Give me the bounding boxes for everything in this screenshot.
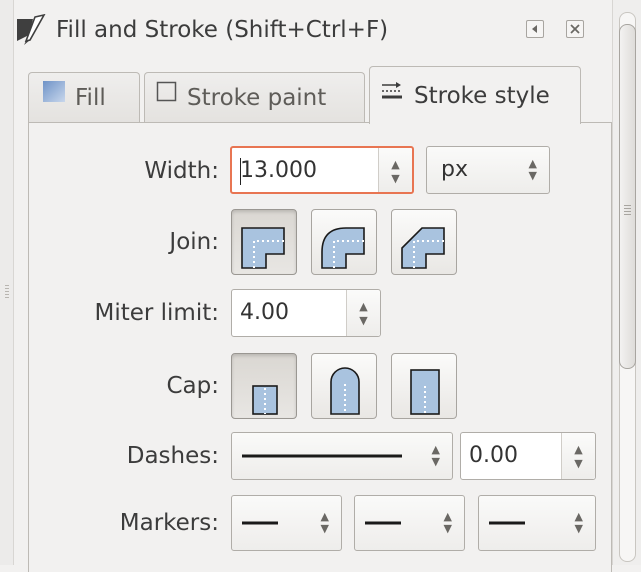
tab-stroke-style-label: Stroke style [414, 83, 550, 109]
dash-pattern-combobox[interactable]: ▲ ▼ [231, 432, 453, 480]
spin-down-icon[interactable]: ▼ [347, 315, 380, 327]
fill-stroke-icon [17, 14, 46, 45]
no-marker-icon [489, 521, 525, 525]
scrollbar-grip-icon [624, 205, 631, 215]
miter-join-button[interactable] [231, 209, 297, 275]
dialog-titlebar[interactable]: Fill and Stroke (Shift+Ctrl+F) [14, 0, 612, 62]
chevron-updown-icon: ▲ ▼ [431, 443, 440, 468]
dock-edge [0, 0, 14, 565]
stroke-paint-icon [155, 72, 179, 122]
dash-offset-spin-buttons[interactable]: ▲ ▼ [561, 433, 595, 479]
tab-stroke-paint-label: Stroke paint [187, 85, 327, 111]
bevel-join-icon [401, 227, 445, 269]
spin-up-icon[interactable]: ▲ [379, 159, 412, 171]
chevron-updown-icon: ▲ ▼ [574, 510, 583, 535]
unit-value: px [441, 157, 468, 182]
no-marker-icon [242, 521, 278, 525]
tab-fill-label: Fill [75, 85, 106, 111]
join-label: Join: [169, 229, 219, 255]
chevron-updown-icon: ▲ ▼ [528, 157, 537, 182]
miter-limit-label: Miter limit: [94, 300, 219, 326]
dash-offset-value[interactable]: 0.00 [469, 433, 518, 479]
fill-icon [41, 72, 67, 122]
text-cursor [240, 158, 241, 185]
dock-resize-handle[interactable] [5, 285, 9, 299]
butt-cap-icon [252, 385, 278, 415]
miter-spin-buttons[interactable]: ▲ ▼ [346, 290, 380, 336]
round-cap-icon [330, 367, 360, 415]
width-spin-buttons[interactable]: ▲ ▼ [378, 148, 412, 192]
spin-up-icon[interactable]: ▲ [562, 444, 595, 456]
collapse-icon [532, 25, 537, 33]
square-cap-button[interactable] [391, 353, 457, 419]
mid-marker-combobox[interactable]: ▲ ▼ [354, 495, 465, 551]
collapse-button[interactable] [526, 20, 544, 38]
spin-up-icon[interactable]: ▲ [347, 301, 380, 313]
vertical-scrollbar[interactable] [612, 0, 641, 565]
solid-dash-pattern-icon [242, 454, 402, 458]
stroke-style-icon [380, 66, 406, 124]
dialog-title: Fill and Stroke (Shift+Ctrl+F) [56, 17, 389, 43]
round-cap-button[interactable] [311, 353, 377, 419]
dash-offset-spinbox[interactable]: 0.00 ▲ ▼ [460, 432, 596, 480]
tab-stroke-style[interactable]: Stroke style [369, 66, 581, 124]
width-value[interactable]: 13.000 [240, 148, 317, 194]
round-join-button[interactable] [311, 209, 377, 275]
width-label: Width: [144, 158, 219, 184]
bevel-join-button[interactable] [391, 209, 457, 275]
miter-limit-value[interactable]: 4.00 [240, 290, 289, 336]
miter-limit-spinbox[interactable]: 4.00 ▲ ▼ [231, 289, 381, 337]
stroke-style-page: Width: 13.000 ▲ ▼ px ▲ ▼ Join: Miter lim… [28, 122, 612, 572]
markers-label: Markers: [119, 510, 219, 536]
no-marker-icon [365, 521, 401, 525]
close-icon [570, 24, 580, 34]
miter-join-icon [241, 227, 285, 269]
tab-stroke-paint[interactable]: Stroke paint [144, 72, 365, 123]
width-spinbox[interactable]: 13.000 ▲ ▼ [230, 146, 414, 194]
square-cap-icon [410, 369, 440, 415]
spin-down-icon[interactable]: ▼ [379, 173, 412, 185]
chevron-updown-icon: ▲ ▼ [443, 510, 452, 535]
cap-label: Cap: [166, 373, 219, 399]
chevron-updown-icon: ▲ ▼ [320, 510, 329, 535]
unit-combobox[interactable]: px ▲ ▼ [426, 146, 550, 194]
scrollbar-thumb[interactable] [619, 24, 636, 369]
round-join-icon [321, 227, 365, 269]
butt-cap-button[interactable] [231, 353, 297, 419]
close-button[interactable] [566, 20, 584, 38]
dashes-label: Dashes: [126, 443, 219, 469]
start-marker-combobox[interactable]: ▲ ▼ [231, 495, 342, 551]
tab-fill[interactable]: Fill [28, 72, 140, 123]
spin-down-icon[interactable]: ▼ [562, 458, 595, 470]
fill-stroke-dialog: Fill and Stroke (Shift+Ctrl+F) Fill Stro… [14, 0, 612, 572]
end-marker-combobox[interactable]: ▲ ▼ [478, 495, 596, 551]
